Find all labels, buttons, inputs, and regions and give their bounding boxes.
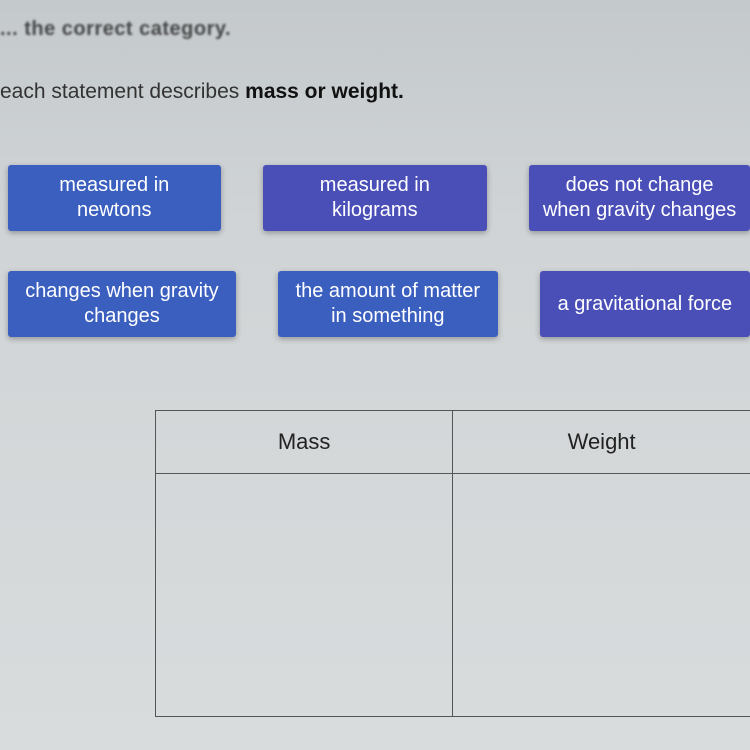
instruction-text: each statement describes mass or weight. <box>0 80 404 104</box>
sorting-table-area: Mass Weight <box>155 410 750 717</box>
instruction-prefix: each statement describes <box>0 80 245 103</box>
cutoff-header: ... the correct category. <box>0 18 231 41</box>
tile-gravitational-force[interactable]: a gravitational force <box>540 271 750 337</box>
tile-changes-gravity[interactable]: changes when gravity changes <box>8 271 236 337</box>
instruction-bold: mass or weight. <box>245 80 404 103</box>
tile-row-1: measured in newtons measured in kilogram… <box>0 165 750 231</box>
tile-amount-matter[interactable]: the amount of matter in something <box>278 271 498 337</box>
drop-zone-weight[interactable] <box>453 474 750 717</box>
tile-measured-kilograms[interactable]: measured in kilograms <box>263 165 488 231</box>
column-header-mass: Mass <box>156 411 453 474</box>
tile-no-change-gravity[interactable]: does not change when gravity changes <box>529 165 750 231</box>
drop-zone-mass[interactable] <box>156 474 453 717</box>
column-header-weight: Weight <box>453 411 750 474</box>
mass-weight-table: Mass Weight <box>155 410 750 717</box>
draggable-tiles-area: measured in newtons measured in kilogram… <box>0 165 750 377</box>
tile-measured-newtons[interactable]: measured in newtons <box>8 165 221 231</box>
tile-row-2: changes when gravity changes the amount … <box>0 271 750 337</box>
